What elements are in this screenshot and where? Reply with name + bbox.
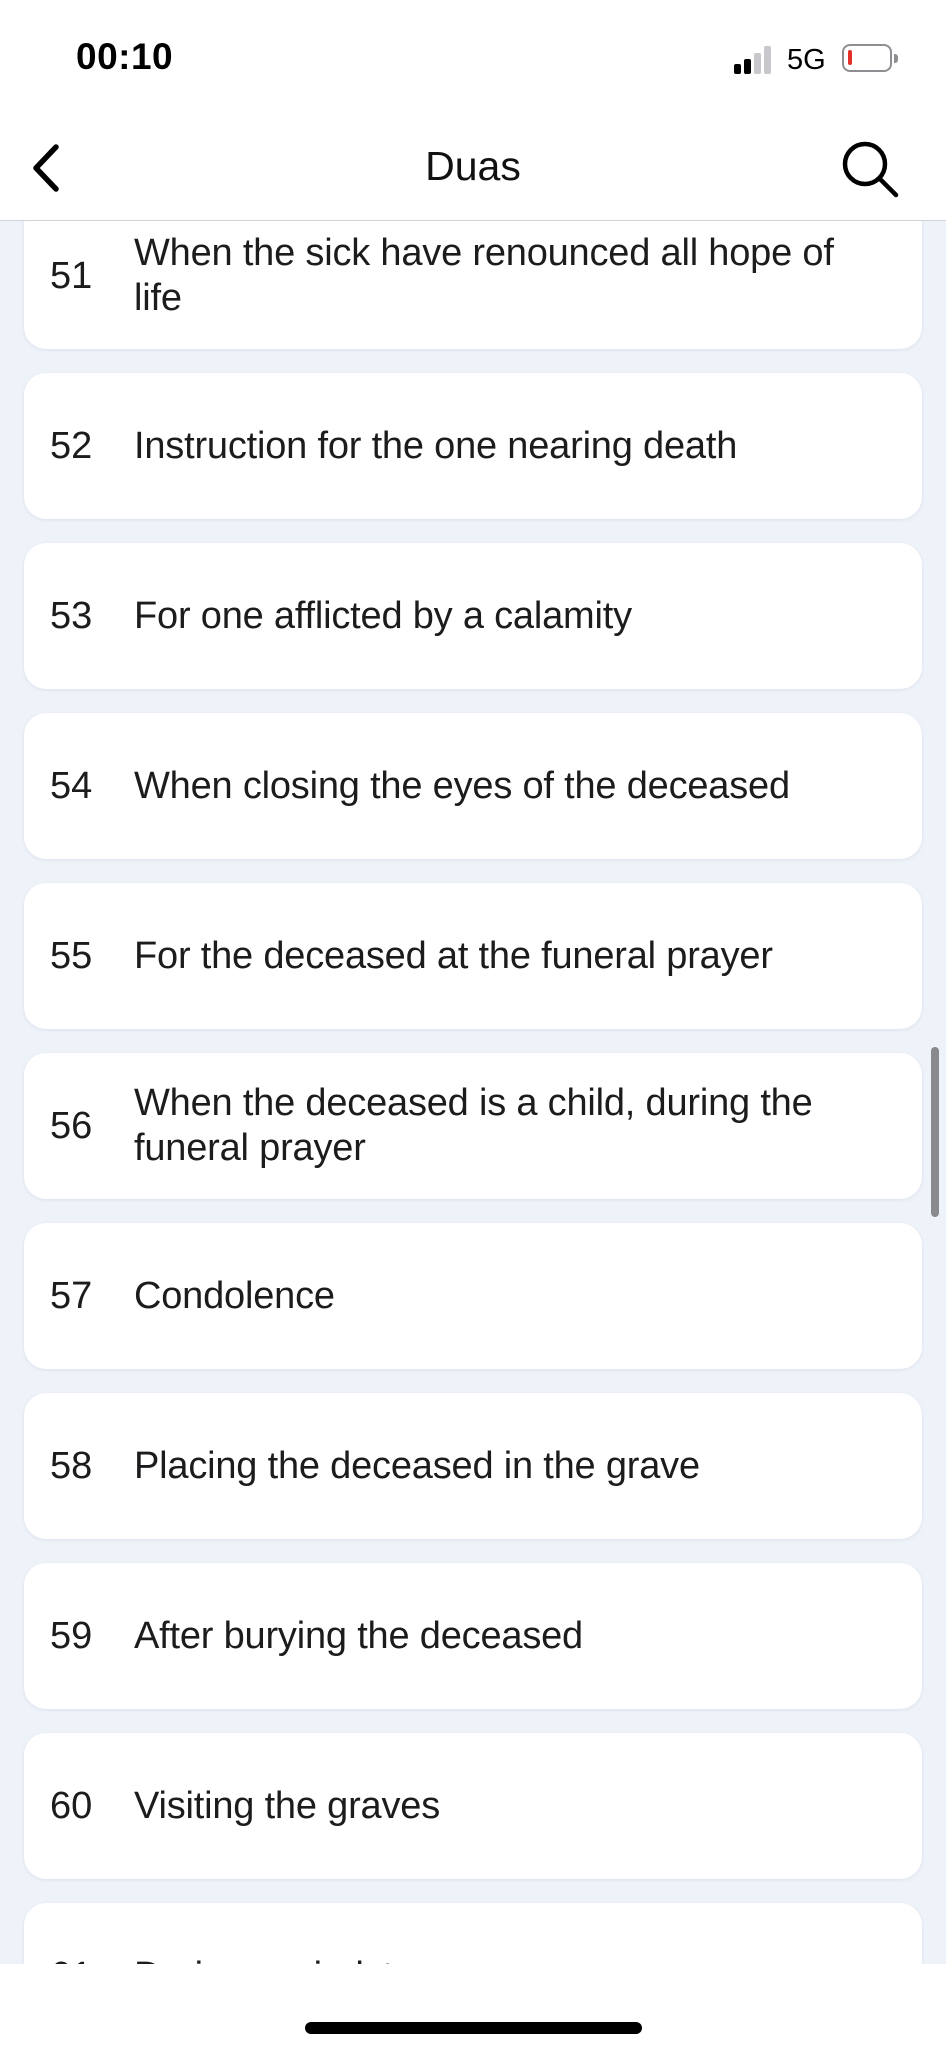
dua-title: Visiting the graves (134, 1784, 441, 1827)
dua-list-item[interactable]: 59 After burying the deceased (24, 1563, 922, 1709)
dua-list-item[interactable]: 60 Visiting the graves (24, 1733, 922, 1879)
status-time: 00:10 (76, 36, 174, 77)
dua-number: 51 (50, 254, 93, 297)
dua-title: After burying the deceased (134, 1614, 583, 1657)
dua-number: 56 (50, 1104, 93, 1147)
search-icon (842, 141, 899, 198)
dua-list-item[interactable]: 51 When the sick have renounced all hope… (24, 221, 922, 349)
dua-title: When the sick have renounced all hope of… (134, 232, 834, 319)
dua-number: 53 (50, 594, 93, 637)
dua-number: 52 (50, 424, 93, 467)
dua-list-item[interactable]: 52 Instruction for the one nearing death (24, 373, 922, 519)
dua-list-item[interactable]: 58 Placing the deceased in the grave (24, 1393, 922, 1539)
duas-list[interactable]: 51 When the sick have renounced all hope… (0, 221, 946, 1964)
dua-number: 55 (50, 934, 93, 977)
scroll-indicator[interactable] (931, 1047, 939, 1217)
dua-list-item[interactable]: 54 When closing the eyes of the deceased (24, 713, 922, 859)
battery-icon (842, 44, 898, 72)
home-indicator-area (0, 1964, 946, 2048)
dua-list-item[interactable]: 57 Condolence (24, 1223, 922, 1369)
dua-number: 54 (50, 764, 93, 807)
dua-title: When closing the eyes of the deceased (134, 764, 790, 807)
dua-title: During a windstorm (134, 1954, 882, 1965)
duas-list-content: 51 When the sick have renounced all hope… (0, 221, 946, 1964)
cellular-signal-icon (734, 46, 774, 74)
page-title: Duas (425, 143, 521, 189)
dua-list-item[interactable]: 55 For the deceased at the funeral praye… (24, 883, 922, 1029)
dua-title: Instruction for the one nearing death (134, 424, 738, 467)
search-button[interactable] (838, 137, 904, 203)
dua-title: Placing the deceased in the grave (134, 1444, 700, 1487)
dua-title: Condolence (134, 1274, 335, 1317)
dua-number: 61 (50, 1955, 130, 1965)
navigation-bar: Duas (0, 115, 946, 221)
dua-number: 57 (50, 1274, 93, 1317)
dua-number: 60 (50, 1784, 93, 1827)
battery-level (848, 50, 852, 65)
home-indicator[interactable] (305, 2022, 642, 2034)
dua-list-item[interactable]: 53 For one afflicted by a calamity (24, 543, 922, 689)
dua-list-item[interactable]: 61 During a windstorm (24, 1903, 922, 1964)
dua-list-item[interactable]: 56 When the deceased is a child, during … (24, 1053, 922, 1199)
dua-title: For the deceased at the funeral prayer (134, 934, 773, 977)
status-bar: 00:10 5G (0, 0, 946, 115)
dua-number: 59 (50, 1614, 93, 1657)
dua-title: When the deceased is a child, during the… (134, 1082, 813, 1169)
dua-title: For one afflicted by a calamity (134, 594, 632, 637)
network-type: 5G (787, 44, 826, 76)
dua-number: 58 (50, 1444, 93, 1487)
